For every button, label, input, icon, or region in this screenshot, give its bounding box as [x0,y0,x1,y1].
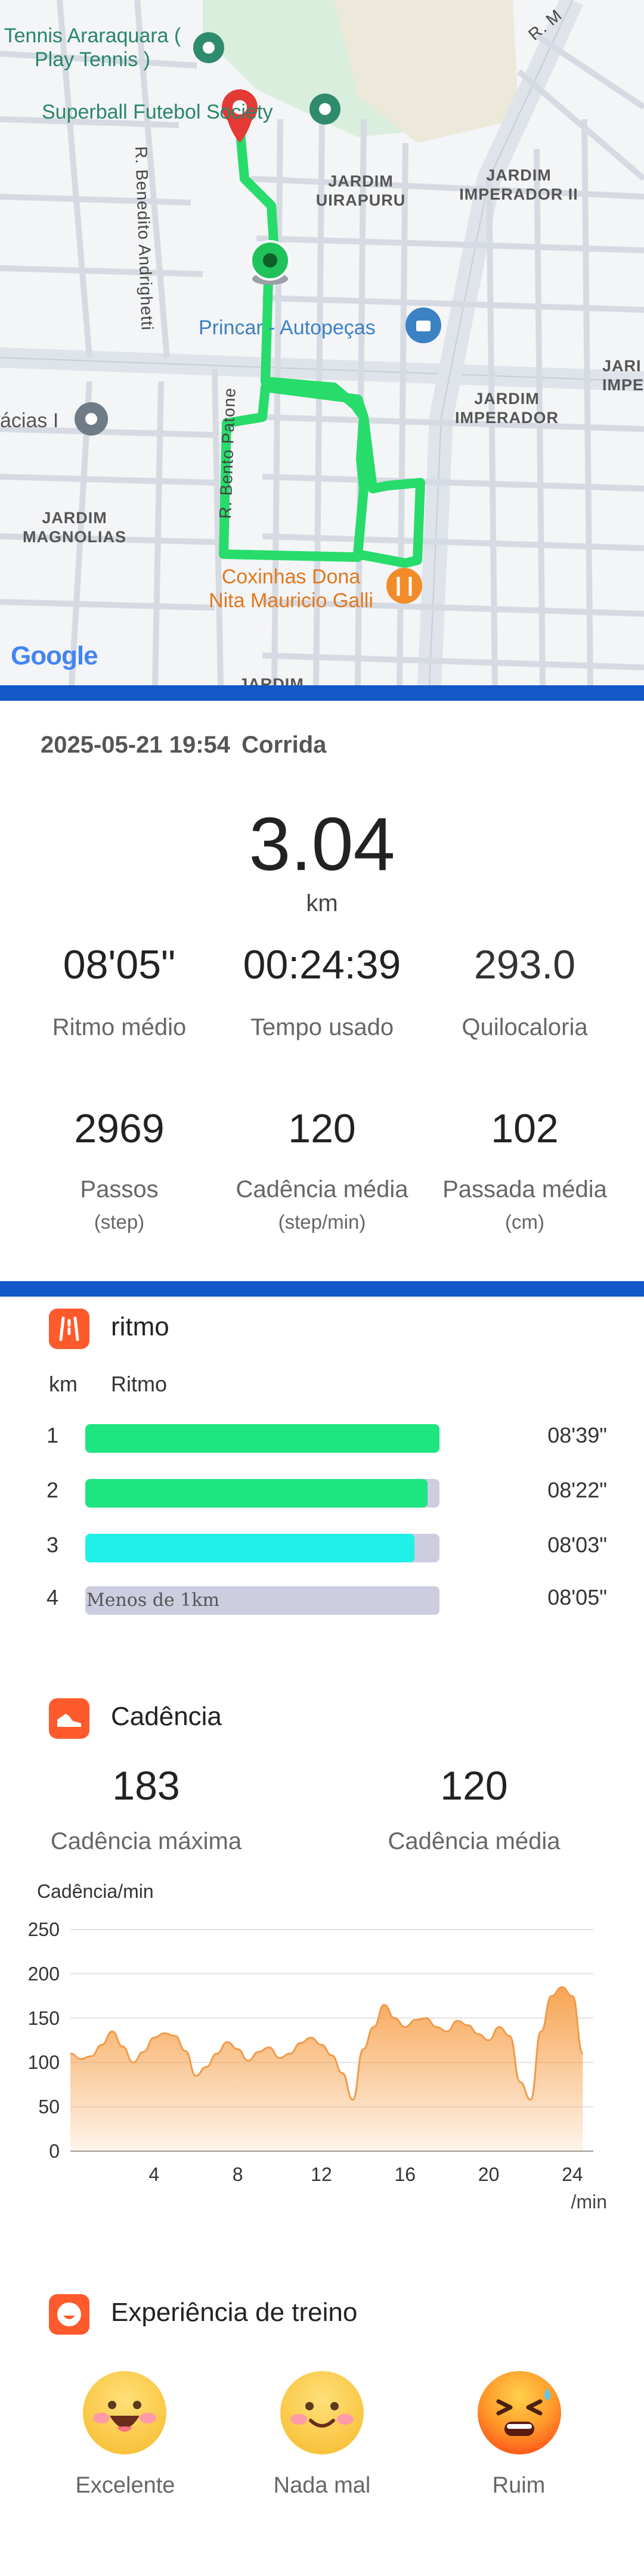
area-imperador: JARDIM IMPERADOR [454,390,559,427]
pace-bar-note: Menos de 1km [86,1590,219,1611]
y-tick-label: 50 [38,2096,60,2118]
area-imperador-ii: JARDIM IMPERADOR II [459,166,578,203]
pace-section-icon [49,1309,89,1349]
experience-ruim-label: Ruim [492,2473,546,2498]
pace-row-km: 2 [47,1478,59,1502]
area-magnolias: JARDIM MAGNOLIAS [23,509,126,546]
smile-face-icon [280,2371,364,2454]
steps-label: Passos [80,1176,159,1202]
poi-princar[interactable]: Princar - Autopeças [199,316,376,340]
pace-row: 1 08'39" [0,1419,644,1455]
poi-acacias[interactable]: ácias I [0,409,58,433]
shoe-icon [57,1714,81,1727]
y-tick-label: 250 [28,1919,60,1940]
pace-row-time: 08'22" [547,1478,607,1502]
kcal-value: 293.0 [473,942,576,987]
cadence-section-title: Cadência [111,1702,222,1731]
steps-unit: (step) [94,1211,145,1233]
divider-bar-1 [0,685,644,701]
tired-face-icon [478,2371,561,2454]
x-tick-label: 16 [394,2164,416,2185]
route-map[interactable]: Tennis Araraquara ( Play Tennis ) Superb… [0,0,644,685]
chart-avg-cadence-label: Cadência média [388,1828,561,1854]
y-tick-label: 0 [49,2140,60,2162]
pace-bar-fill [85,1534,415,1562]
x-tick-label: 8 [233,2164,243,2185]
max-cadence-label: Cadência máxima [50,1828,242,1854]
avg-cadence-unit: (step/min) [278,1211,366,1233]
poi-coxinhas[interactable]: Coxinhas Dona Nita Mauricio Galli [190,565,392,613]
pace-row-km: 4 [47,1585,59,1609]
pace-bar-track [85,1534,439,1562]
chart-avg-cadence-value: 120 [440,1763,508,1809]
avg-stride-value: 102 [491,1106,559,1151]
y-tick-label: 150 [28,2008,60,2029]
x-tick-label: 24 [562,2164,583,2185]
distance-value: 3.04 [249,802,395,886]
kcal-label: Quilocaloria [462,1014,588,1040]
experience-ruim-button[interactable] [477,2370,562,2455]
divider-bar-2 [0,1281,644,1297]
cadence-chart-ylabel: Cadência/min [37,1881,154,1902]
pace-row: 2 08'22" [0,1474,644,1510]
experience-nada-mal-button[interactable] [280,2370,364,2455]
y-tick-label: 100 [28,2052,60,2073]
pace-bar-fill [85,1479,428,1508]
experience-section-icon [49,2294,89,2335]
experience-nada-mal-label: Nada mal [273,2473,371,2498]
experience-excelente-label: Excelente [75,2473,175,2498]
cadence-section-icon [49,1698,89,1739]
smiley-icon [57,2302,81,2326]
avg-pace-label: Ritmo médio [52,1014,187,1040]
x-tick-label: 12 [311,2164,332,2185]
area-jardim-right: JARI IMPE [602,357,644,394]
pace-section-title: ritmo [111,1312,169,1341]
experience-excelente-button[interactable] [82,2370,167,2455]
x-tick-label: 4 [148,2164,159,2185]
activity-header: 2025-05-21 19:54 Corrida [41,732,326,759]
pace-row: 3 08'03" [0,1529,644,1565]
area-jardim-bottom: JARDIM [239,675,304,685]
experience-section-title: Experiência de treino [111,2298,358,2327]
avg-cadence-label: Cadência média [236,1176,408,1202]
activity-datetime: 2025-05-21 19:54 [41,732,231,758]
pace-row-time: 08'03" [547,1533,607,1557]
pace-col-km: km [49,1372,78,1396]
max-cadence-value: 183 [112,1763,180,1809]
cadence-chart: 0 50 100 150 200 250 4 8 12 16 20 24/min [28,1919,607,2213]
pace-row-km: 3 [47,1533,59,1557]
pace-row-time: 08'05" [547,1585,607,1609]
avg-cadence-value: 120 [288,1106,356,1151]
time-used-label: Tempo usado [250,1014,394,1040]
pace-bar-track [85,1479,439,1508]
x-axis-label: /min [571,2191,607,2213]
pace-bar-track [85,1424,439,1453]
pace-row-time: 08'39" [547,1423,607,1447]
pace-row-km: 1 [47,1423,59,1447]
pace-bar-fill [85,1424,439,1453]
y-tick-label: 200 [28,1963,60,1984]
pace-row: 4 Menos de 1km 08'05" [0,1581,644,1617]
poi-tennis[interactable]: Tennis Araraquara ( Play Tennis ) [0,24,185,72]
x-tick-label: 20 [478,2164,500,2185]
avg-stride-unit: (cm) [505,1211,544,1233]
area-uirapuru: JARDIM UIRAPURU [315,172,406,209]
time-used-value: 00:24:39 [243,942,401,987]
pace-col-ritmo: Ritmo [111,1372,168,1396]
cadence-area-series [70,1987,583,2151]
pace-bar-track: Menos de 1km [85,1586,439,1615]
avg-pace-value: 08'05" [63,942,176,987]
poi-superball[interactable]: Superball Futebol Society [42,100,273,124]
road-icon [59,1316,79,1341]
google-logo-text: Google [11,641,98,670]
avg-stride-label: Passada média [442,1176,607,1202]
google-logo: Google [11,641,98,671]
happy-face-icon [83,2371,166,2454]
steps-value: 2969 [74,1106,165,1151]
distance-unit: km [306,890,338,916]
activity-type: Corrida [242,732,327,758]
